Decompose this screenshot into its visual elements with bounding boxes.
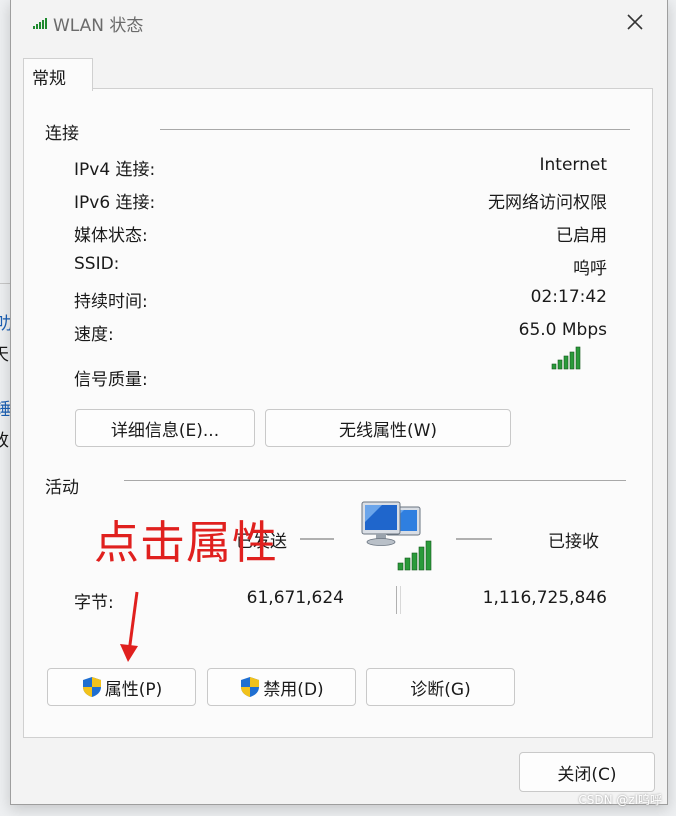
wifi-signal-icon: [33, 18, 47, 29]
row-label-media-state: 媒体状态:: [74, 226, 148, 246]
close-button[interactable]: 关闭(C): [519, 752, 655, 792]
disable-button-label: 禁用(D): [263, 679, 324, 700]
row-label-ssid: SSID:: [74, 254, 120, 274]
signal-strength-bars: [551, 346, 581, 370]
sent-connector-line: [300, 538, 334, 540]
properties-button-label: 属性(P): [104, 679, 163, 700]
wlan-status-dialog: WLAN 状态 常规 连接 IPv4 连接: Internet IPv6 连接:…: [10, 0, 668, 805]
bg-text-fragment: 改: [0, 431, 9, 451]
window-title: WLAN 状态: [53, 16, 144, 36]
details-button[interactable]: 详细信息(E)...: [75, 409, 255, 447]
tab-general[interactable]: 常规: [23, 58, 93, 91]
signal-quality-label: 信号质量:: [74, 370, 148, 390]
row-value-speed: 65.0 Mbps: [518, 320, 607, 340]
diagnose-button[interactable]: 诊断(G): [366, 668, 515, 706]
bg-divider: [0, 283, 10, 284]
properties-button[interactable]: 属性(P): [47, 668, 196, 706]
section-divider: [124, 480, 626, 481]
close-icon[interactable]: [623, 10, 647, 34]
row-value-ssid: 呜呼: [573, 259, 607, 279]
title-bar[interactable]: WLAN 状态: [11, 0, 667, 44]
received-label: 已接收: [548, 532, 599, 552]
row-label-speed: 速度:: [74, 325, 114, 345]
row-label-ipv6: IPv6 连接:: [74, 193, 156, 213]
received-connector-line: [456, 538, 492, 540]
row-value-media-state: 已启用: [556, 226, 607, 246]
tab-label: 常规: [32, 69, 66, 89]
bytes-label: 字节:: [74, 593, 114, 613]
row-value-ipv6: 无网络访问权限: [488, 193, 607, 213]
section-title-connection: 连接: [45, 124, 79, 144]
network-computers-icon: [361, 501, 432, 571]
section-title-activity: 活动: [45, 478, 79, 498]
section-divider: [160, 129, 630, 130]
bytes-received-value: 1,116,725,846: [482, 588, 607, 608]
annotation-arrow: [120, 591, 139, 662]
bytes-sent-value: 61,671,624: [246, 588, 344, 608]
row-value-ipv4: Internet: [539, 155, 607, 175]
uac-shield-icon: [82, 677, 101, 697]
wireless-properties-button[interactable]: 无线属性(W): [265, 409, 511, 447]
watermark: CSDN @zl呜呼: [578, 793, 662, 807]
annotation-text: 点击属性: [94, 516, 279, 569]
row-label-duration: 持续时间:: [74, 292, 148, 312]
bytes-divider: [396, 586, 401, 614]
row-label-ipv4: IPv4 连接:: [74, 160, 156, 180]
row-value-duration: 02:17:42: [530, 287, 607, 307]
disable-button[interactable]: 禁用(D): [207, 668, 356, 706]
uac-shield-icon: [241, 677, 260, 697]
